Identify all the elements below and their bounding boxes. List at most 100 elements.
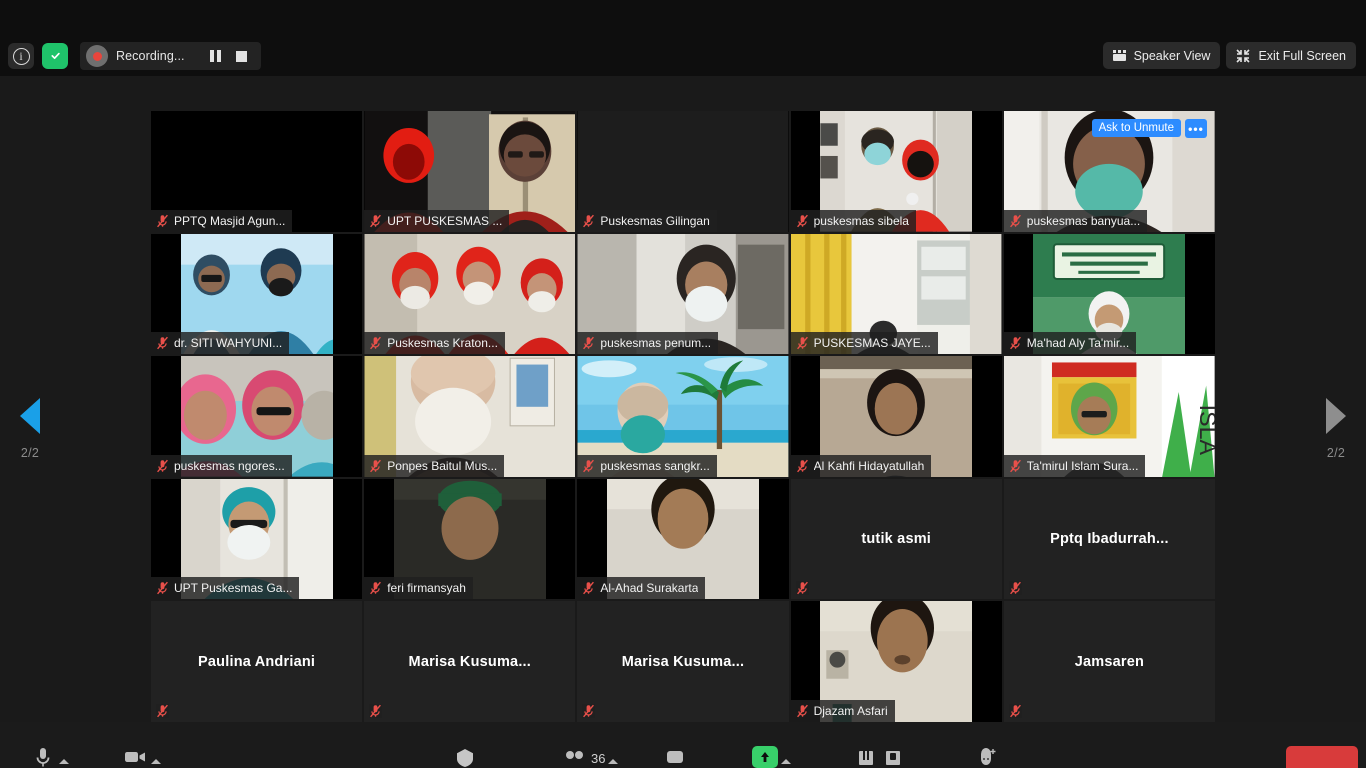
stop-icon <box>236 50 248 62</box>
participant-tile[interactable]: Ponpes Baitul Mus... <box>363 355 577 478</box>
participant-name-bar: Al-Ahad Surakarta <box>577 577 706 600</box>
chevron-left-icon <box>20 398 40 434</box>
participant-name-bar: puskesmas ngores... <box>151 454 292 477</box>
mute-button[interactable] <box>30 746 69 768</box>
reactions-button[interactable] <box>975 746 1001 768</box>
participant-name: feri firmansyah <box>387 581 466 596</box>
participant-name: Djazam Asfari <box>813 703 888 718</box>
stop-recording-toolbar-button[interactable] <box>882 746 908 768</box>
mic-muted-icon <box>582 703 596 718</box>
participant-tile[interactable]: Paulina Andriani <box>150 600 364 723</box>
stop-recording-button[interactable] <box>229 43 255 69</box>
participant-name-bar: UPT PUSKESMAS ... <box>364 209 510 232</box>
participant-name: Jamsaren <box>1074 653 1145 670</box>
participant-tile[interactable]: Jamsaren <box>1002 600 1216 723</box>
chat-icon <box>662 746 688 768</box>
participant-name: puskesmas penum... <box>600 336 712 351</box>
previous-page-button[interactable]: 2/2 <box>0 398 60 460</box>
participant-tile[interactable]: Marisa Kusuma... <box>363 600 577 723</box>
participants-chevron-icon[interactable] <box>608 759 619 764</box>
participant-tile[interactable]: Marisa Kusuma... <box>576 600 790 723</box>
mic-muted-icon <box>1009 459 1022 473</box>
participants-button[interactable]: 36 <box>562 746 619 768</box>
participant-name: Paulina Andriani <box>198 653 316 670</box>
participant-name-bar: PPTQ Masjid Agun... <box>151 209 293 232</box>
mic-muted-icon <box>156 336 169 350</box>
participant-tile[interactable]: Ma'had Aly Ta'mir... <box>1002 232 1216 356</box>
participant-name: puskesmas banyua... <box>1026 213 1141 228</box>
mic-muted-icon <box>582 214 595 228</box>
participant-name-bar: dr. SITI WAHYUNI... <box>151 332 290 355</box>
participant-name: Pptq Ibadurrah... <box>1050 531 1169 548</box>
meeting-controls-toolbar: 36 <box>0 722 1366 768</box>
participant-more-options-button[interactable]: ••• <box>1184 119 1207 138</box>
audio-options-chevron-icon[interactable] <box>59 759 69 764</box>
share-screen-button[interactable] <box>752 746 791 768</box>
participant-tile[interactable]: Puskesmas Kraton... <box>363 232 577 356</box>
meeting-info-button[interactable]: i <box>8 43 34 69</box>
participant-name-bar: feri firmansyah <box>364 577 473 600</box>
participant-tile[interactable]: ISLA Ta'mirul Islam Sura... <box>1002 355 1216 478</box>
participant-tile[interactable]: Djazam Asfari <box>789 600 1003 723</box>
security-button[interactable] <box>452 746 478 768</box>
pause-recording-button[interactable] <box>203 43 229 69</box>
participant-tile[interactable]: puskesmas sangkr... <box>576 355 790 478</box>
mic-muted-icon <box>369 581 382 595</box>
stop-icon <box>882 746 908 768</box>
participant-tile[interactable]: UPT PUSKESMAS ... <box>363 110 577 233</box>
shield-check-icon <box>48 48 63 64</box>
participant-tile[interactable]: puskesmas sibela <box>789 110 1003 233</box>
participant-name-bar: Ponpes Baitul Mus... <box>364 454 505 477</box>
participant-name: PUSKESMAS JAYE... <box>813 336 931 351</box>
mic-muted-icon <box>156 581 169 595</box>
meeting-top-bar: i Recording... Speaker View Exit Full Sc… <box>0 0 1366 76</box>
participant-name: Marisa Kusuma... <box>621 653 745 670</box>
participant-tile[interactable]: tutik asmi <box>789 477 1003 601</box>
mic-muted-icon <box>369 336 382 350</box>
mic-muted-icon <box>796 459 809 473</box>
participant-tile[interactable]: puskesmas banyua... Ask to Unmute ••• <box>1002 110 1216 233</box>
participant-name: dr. SITI WAHYUNI... <box>174 336 283 351</box>
end-meeting-button[interactable] <box>1286 746 1358 768</box>
mic-muted-icon <box>1008 703 1022 718</box>
participant-tile[interactable]: feri firmansyah <box>363 477 577 601</box>
exit-full-screen-button[interactable]: Exit Full Screen <box>1226 42 1356 69</box>
pause-recording-toolbar-button[interactable] <box>855 746 881 768</box>
encryption-status-button[interactable] <box>42 43 68 69</box>
participant-tile[interactable]: Al Kahfi Hidayatullah <box>789 355 1003 478</box>
participant-name-bar: UPT Puskesmas Ga... <box>151 577 300 600</box>
video-options-chevron-icon[interactable] <box>151 759 161 764</box>
participant-name-bar: Ta'mirul Islam Sura... <box>1003 454 1146 477</box>
pause-icon <box>855 746 881 768</box>
participant-tile[interactable]: Pptq Ibadurrah... <box>1002 477 1216 601</box>
share-options-chevron-icon[interactable] <box>781 759 791 764</box>
speaker-view-button[interactable]: Speaker View <box>1102 42 1221 69</box>
participants-icon <box>562 746 588 768</box>
participant-tile[interactable]: puskesmas penum... <box>576 232 790 356</box>
mic-muted-icon <box>1009 214 1022 228</box>
mic-muted-icon <box>582 581 595 595</box>
participant-name-bar: Al Kahfi Hidayatullah <box>790 454 932 477</box>
svg-text:ISLA: ISLA <box>1195 405 1215 456</box>
participant-tile[interactable]: PPTQ Masjid Agun... <box>150 110 364 233</box>
participant-tile[interactable]: PUSKESMAS JAYE... <box>789 232 1003 356</box>
participant-name: Al Kahfi Hidayatullah <box>813 458 925 473</box>
participant-name: puskesmas ngores... <box>174 458 285 473</box>
next-page-button[interactable]: 2/2 <box>1306 398 1366 460</box>
participant-name-bar: PUSKESMAS JAYE... <box>790 332 938 355</box>
ask-to-unmute-button[interactable]: Ask to Unmute <box>1091 119 1181 137</box>
mic-muted-icon <box>156 214 169 228</box>
mic-muted-icon <box>795 581 809 596</box>
mic-muted-icon <box>369 703 383 718</box>
recording-status-icon <box>86 45 108 67</box>
participant-tile[interactable]: puskesmas ngores... <box>150 355 364 478</box>
participant-name: tutik asmi <box>861 531 932 548</box>
participant-tile[interactable]: dr. SITI WAHYUNI... <box>150 232 364 356</box>
zoom-meeting-window: i Recording... Speaker View Exit Full Sc… <box>0 0 1366 768</box>
participant-tile[interactable]: Puskesmas Gilingan <box>576 110 790 233</box>
chat-button[interactable] <box>662 746 688 768</box>
participant-tile[interactable]: Al-Ahad Surakarta <box>576 477 790 601</box>
stop-video-button[interactable] <box>122 746 161 768</box>
record-dot-icon <box>92 51 102 61</box>
participant-tile[interactable]: UPT Puskesmas Ga... <box>150 477 364 601</box>
